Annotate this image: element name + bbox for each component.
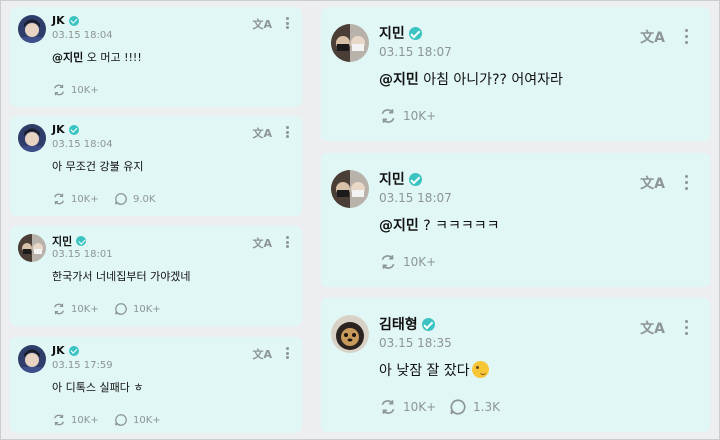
post-timestamp: 03.15 18:01 (52, 249, 113, 260)
comment-button[interactable]: 9.0K (114, 192, 155, 206)
reshare-count: 10K+ (403, 109, 437, 123)
reshare-icon (381, 109, 395, 123)
post-timestamp: 03.15 18:35 (379, 336, 452, 350)
translate-icon[interactable]: 文A (252, 235, 272, 251)
screenshot-frame: JK 03.15 18:04 @지민 오 머고 !!!! 文A 10K+ JK … (0, 0, 720, 440)
more-vertical-icon[interactable] (286, 17, 289, 29)
translate-icon[interactable]: 文A (252, 16, 272, 32)
reshare-button[interactable]: 10K+ (52, 83, 99, 97)
mention-link[interactable]: @지민 (52, 51, 83, 64)
author-name[interactable]: 지민 (52, 233, 87, 249)
reshare-button[interactable]: 10K+ (379, 398, 436, 416)
author-name[interactable]: JK (52, 14, 79, 27)
comment-button[interactable]: 10K+ (114, 413, 161, 427)
more-vertical-icon[interactable] (685, 29, 688, 44)
translate-icon[interactable]: 文A (252, 346, 272, 362)
more-vertical-icon[interactable] (286, 236, 289, 248)
verified-icon (421, 317, 435, 331)
verified-icon (76, 236, 87, 246)
author-name[interactable]: 지민 (379, 23, 422, 43)
avatar[interactable] (331, 315, 369, 353)
translate-icon[interactable]: 文A (640, 318, 665, 338)
more-vertical-icon[interactable] (685, 320, 688, 335)
post-card[interactable]: JK 03.15 17:59 아 디톡스 실패다 ㅎ 文A 10K+ 10K+ (10, 337, 302, 433)
post-text: @지민 ? ㅋㅋㅋㅋㅋ (379, 218, 500, 234)
author-name[interactable]: 김태형 (379, 314, 435, 334)
avatar[interactable] (18, 15, 46, 43)
author-name[interactable]: JK (52, 123, 79, 136)
post-text: 아 디톡스 실패다 ㅎ (52, 381, 144, 394)
reshare-icon (54, 84, 64, 96)
post-text: @지민 아침 아니가?? 어여자라 (379, 72, 563, 88)
verified-icon (408, 172, 422, 186)
post-card[interactable]: JK 03.15 18:04 아 무조건 강불 유지 文A 10K+ 9.0K (10, 116, 302, 216)
reshare-button[interactable]: 10K+ (379, 253, 436, 271)
verified-icon (68, 15, 79, 26)
reshare-button[interactable]: 10K+ (379, 107, 436, 125)
translate-icon[interactable]: 文A (640, 173, 665, 193)
comment-count: 1.3K (473, 400, 500, 414)
comment-count: 10K+ (133, 303, 161, 315)
post-card[interactable]: 지민 03.15 18:01 한국가서 너네집부터 가야겠네 文A 10K+ 1… (10, 226, 302, 326)
avatar[interactable] (18, 345, 46, 373)
reshare-button[interactable]: 10K+ (52, 302, 99, 316)
reshare-icon (381, 255, 395, 269)
verified-icon (408, 26, 422, 40)
reshare-count: 10K+ (403, 400, 437, 414)
verified-icon (68, 345, 79, 356)
more-vertical-icon[interactable] (286, 126, 289, 138)
reshare-count: 10K+ (403, 255, 437, 269)
comment-button[interactable]: 10K+ (114, 302, 161, 316)
author-name[interactable]: JK (52, 344, 79, 357)
post-timestamp: 03.15 18:07 (379, 45, 452, 59)
reshare-count: 10K+ (71, 193, 99, 205)
avatar[interactable] (331, 24, 369, 62)
post-card[interactable]: 지민 03.15 18:07 @지민 ? ㅋㅋㅋㅋㅋ 文A 10K+ (321, 153, 710, 287)
post-text: 한국가서 너네집부터 가야겠네 (52, 270, 191, 283)
comment-icon (450, 399, 466, 415)
translate-icon[interactable]: 文A (640, 27, 665, 47)
post-text: 아 낮잠 잘 잤다 (379, 360, 489, 380)
reshare-icon (54, 193, 64, 205)
comment-count: 9.0K (133, 193, 156, 205)
reshare-count: 10K+ (71, 414, 99, 426)
post-text: @지민 오 머고 !!!! (52, 51, 142, 64)
author-name[interactable]: 지민 (379, 169, 422, 189)
comment-icon (115, 414, 127, 426)
comment-button[interactable]: 1.3K (449, 398, 500, 416)
translate-icon[interactable]: 文A (252, 125, 272, 141)
post-card[interactable]: JK 03.15 18:04 @지민 오 머고 !!!! 文A 10K+ (10, 7, 302, 107)
post-timestamp: 03.15 18:07 (379, 191, 452, 205)
post-text: 아 무조건 강불 유지 (52, 160, 144, 173)
mention-link[interactable]: @지민 (379, 218, 419, 234)
verified-icon (68, 124, 79, 135)
reshare-button[interactable]: 10K+ (52, 413, 99, 427)
reshare-icon (381, 400, 395, 414)
winking-face-icon (471, 361, 489, 378)
comment-icon (115, 303, 127, 315)
mention-link[interactable]: @지민 (379, 72, 419, 88)
more-vertical-icon[interactable] (286, 347, 289, 359)
reshare-button[interactable]: 10K+ (52, 192, 99, 206)
avatar[interactable] (18, 124, 46, 152)
post-card[interactable]: 김태형 03.15 18:35 아 낮잠 잘 잤다 文A 10K+ 1.3K (321, 298, 710, 432)
reshare-icon (54, 414, 64, 426)
reshare-count: 10K+ (71, 303, 99, 315)
post-timestamp: 03.15 18:04 (52, 30, 113, 41)
post-timestamp: 03.15 18:04 (52, 139, 113, 150)
comment-icon (115, 193, 127, 205)
post-card[interactable]: 지민 03.15 18:07 @지민 아침 아니가?? 어여자라 文A 10K+ (321, 7, 710, 141)
avatar[interactable] (331, 170, 369, 208)
reshare-icon (54, 303, 64, 315)
post-timestamp: 03.15 17:59 (52, 360, 113, 371)
more-vertical-icon[interactable] (685, 175, 688, 190)
reshare-count: 10K+ (71, 84, 99, 96)
avatar[interactable] (18, 234, 46, 262)
comment-count: 10K+ (133, 414, 161, 426)
